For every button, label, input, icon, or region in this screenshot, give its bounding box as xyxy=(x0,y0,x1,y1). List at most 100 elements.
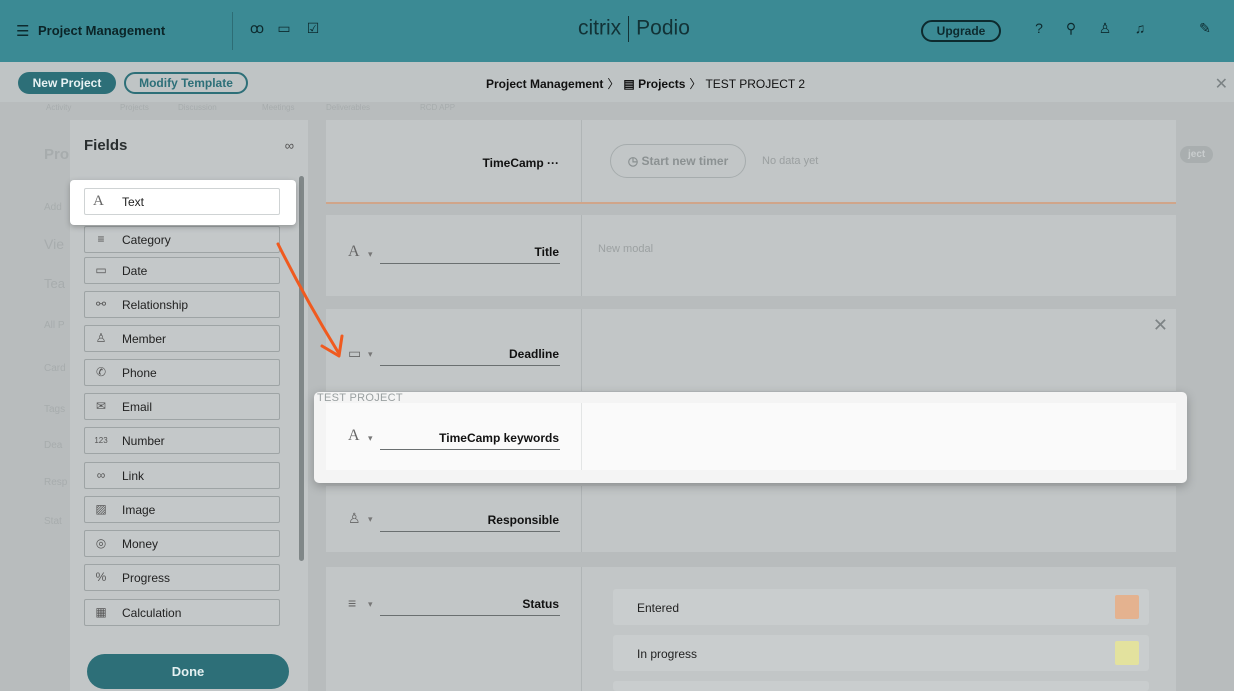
chevron-down-icon[interactable]: ▾ xyxy=(368,249,373,260)
field-type-text[interactable]: A Text xyxy=(84,188,280,215)
field-type-label: Progress xyxy=(122,571,171,585)
category-icon: ≡ xyxy=(97,232,105,246)
chevron-down-icon[interactable]: ▾ xyxy=(368,599,373,610)
breadcrumb: Project Management 〉 ▤ Projects 〉 TEST PROJE… xyxy=(486,77,806,91)
calendar-icon[interactable]: ▭ xyxy=(275,20,293,38)
fields-panel-title: Fields xyxy=(84,137,128,154)
new-project-button[interactable]: New Project xyxy=(18,72,116,94)
modify-template-button[interactable]: Modify Template xyxy=(124,72,248,94)
divider xyxy=(232,12,233,50)
timer-icon: ◷ xyxy=(627,154,642,168)
title-field-card: A ▾ Title New modal xyxy=(326,215,1176,296)
tasks-icon[interactable]: ☑ xyxy=(304,20,322,38)
breadcrumb-app[interactable]: Projects xyxy=(638,77,685,91)
hamburger-menu-icon[interactable]: ☰ xyxy=(16,22,29,40)
status-option[interactable]: In progress xyxy=(613,635,1149,671)
workspace-name[interactable]: Project Management xyxy=(38,23,165,38)
start-timer-button[interactable]: ◷ Start new timer xyxy=(610,144,746,178)
responsible-field-label[interactable]: Responsible xyxy=(488,513,559,527)
field-type-label: Calculation xyxy=(122,606,182,620)
field-type-money[interactable]: ◎ Money xyxy=(84,530,280,557)
field-type-label: Relationship xyxy=(122,298,189,312)
field-type-number[interactable]: 123 Number xyxy=(84,427,280,454)
bg-tab: RCD APP xyxy=(420,103,456,112)
field-label-column: ▭ ▾ Deadline xyxy=(326,309,582,391)
field-label-underline xyxy=(380,531,560,532)
link-icon[interactable]: ∞ xyxy=(285,138,294,153)
progress-icon: % xyxy=(95,570,107,584)
status-option-label[interactable]: Entered xyxy=(637,601,679,615)
breadcrumb-workspace[interactable]: Project Management xyxy=(486,77,603,91)
status-option[interactable] xyxy=(613,681,1149,691)
bg-label: Pro xyxy=(44,146,70,163)
calendar-icon: ▭ xyxy=(95,263,107,277)
bg-label: Add xyxy=(44,202,62,213)
field-type-progress[interactable]: % Progress xyxy=(84,564,280,591)
field-type-date[interactable]: ▭ Date xyxy=(84,257,280,284)
email-icon: ✉ xyxy=(95,399,107,413)
status-field-label[interactable]: Status xyxy=(522,597,559,611)
field-label-column: ≡ ▾ Status xyxy=(326,567,582,691)
bg-tab: Activity xyxy=(46,103,72,112)
bg-label: Vie xyxy=(44,236,64,252)
start-timer-label: Start new timer xyxy=(641,154,729,168)
close-icon[interactable]: ✕ xyxy=(1153,315,1168,336)
bg-tab: Meetings xyxy=(262,103,295,112)
field-type-email[interactable]: ✉ Email xyxy=(84,393,280,420)
deadline-field-label[interactable]: Deadline xyxy=(509,347,559,361)
field-type-phone[interactable]: ✆ Phone xyxy=(84,359,280,386)
field-type-label: Link xyxy=(122,469,145,483)
bg-tab: Projects xyxy=(120,103,149,112)
field-type-label: Member xyxy=(122,332,167,346)
status-option-label[interactable]: In progress xyxy=(637,647,697,661)
field-label-column: A ▾ TimeCamp keywords xyxy=(326,403,582,470)
chevron-down-icon[interactable]: ▾ xyxy=(368,349,373,360)
timecamp-card: TimeCamp ··· ◷ Start new timer No data y… xyxy=(326,120,1176,202)
chat-icon[interactable]: ✎ xyxy=(1196,20,1214,38)
title-field-label[interactable]: Title xyxy=(535,245,559,259)
brand-logo: citrix Podio xyxy=(578,16,690,42)
title-field-value[interactable]: New modal xyxy=(598,243,653,255)
search-icon[interactable]: ⚲ xyxy=(1062,20,1080,38)
deadline-field-card: ▭ ▾ Deadline ✕ xyxy=(326,309,1176,391)
bg-label: Tags xyxy=(44,404,66,415)
field-type-calculation[interactable]: ▦ Calculation xyxy=(84,599,280,626)
field-type-image[interactable]: ▨ Image xyxy=(84,496,280,523)
field-type-label: Phone xyxy=(122,366,157,380)
status-option[interactable]: Entered xyxy=(613,589,1149,625)
close-icon[interactable]: ✕ xyxy=(1215,74,1228,94)
timecamp-keywords-highlight: TEST PROJECT A ▾ TimeCamp keywords xyxy=(314,392,1187,483)
bg-label: Resp xyxy=(44,477,68,488)
field-type-label: Date xyxy=(122,264,148,278)
field-type-label: Money xyxy=(122,537,159,551)
color-swatch[interactable] xyxy=(1115,641,1139,665)
color-swatch[interactable] xyxy=(1115,595,1139,619)
field-type-label: Image xyxy=(122,503,156,517)
field-type-link[interactable]: ∞ Link xyxy=(84,462,280,489)
timecamp-label[interactable]: TimeCamp ··· xyxy=(483,156,559,170)
notifications-icon[interactable]: ♫ xyxy=(1131,20,1149,38)
profile-icon[interactable]: ♙ xyxy=(1096,20,1114,38)
help-icon[interactable]: ? xyxy=(1030,20,1048,38)
projects-app-icon: ▤ xyxy=(623,77,639,91)
done-button[interactable]: Done xyxy=(87,654,289,689)
relationship-icon: ⚯ xyxy=(95,297,107,311)
fields-scrollbar[interactable] xyxy=(299,176,304,561)
money-icon: ◎ xyxy=(95,536,107,550)
chevron-down-icon[interactable]: ▾ xyxy=(368,433,373,444)
divider xyxy=(326,202,1176,204)
field-type-category[interactable]: ≡ Category xyxy=(84,226,280,253)
number-icon: 123 xyxy=(94,436,108,445)
field-label-column: TimeCamp ··· xyxy=(326,120,582,202)
timecamp-keywords-field[interactable]: A ▾ TimeCamp keywords xyxy=(326,403,1176,470)
field-type-text-highlight: A Text xyxy=(70,180,296,225)
chevron-down-icon[interactable]: ▾ xyxy=(368,514,373,525)
phone-icon: ✆ xyxy=(95,365,107,379)
field-type-member[interactable]: ♙ Member xyxy=(84,325,280,352)
field-type-label: Category xyxy=(122,233,171,247)
contacts-icon[interactable]: ꝏ xyxy=(248,20,266,38)
upgrade-button[interactable]: Upgrade xyxy=(921,20,1001,42)
field-type-relationship[interactable]: ⚯ Relationship xyxy=(84,291,280,318)
app-toolbar: New Project Modify Template Project Mana… xyxy=(0,62,1234,102)
timecamp-keywords-label[interactable]: TimeCamp keywords xyxy=(439,431,559,445)
